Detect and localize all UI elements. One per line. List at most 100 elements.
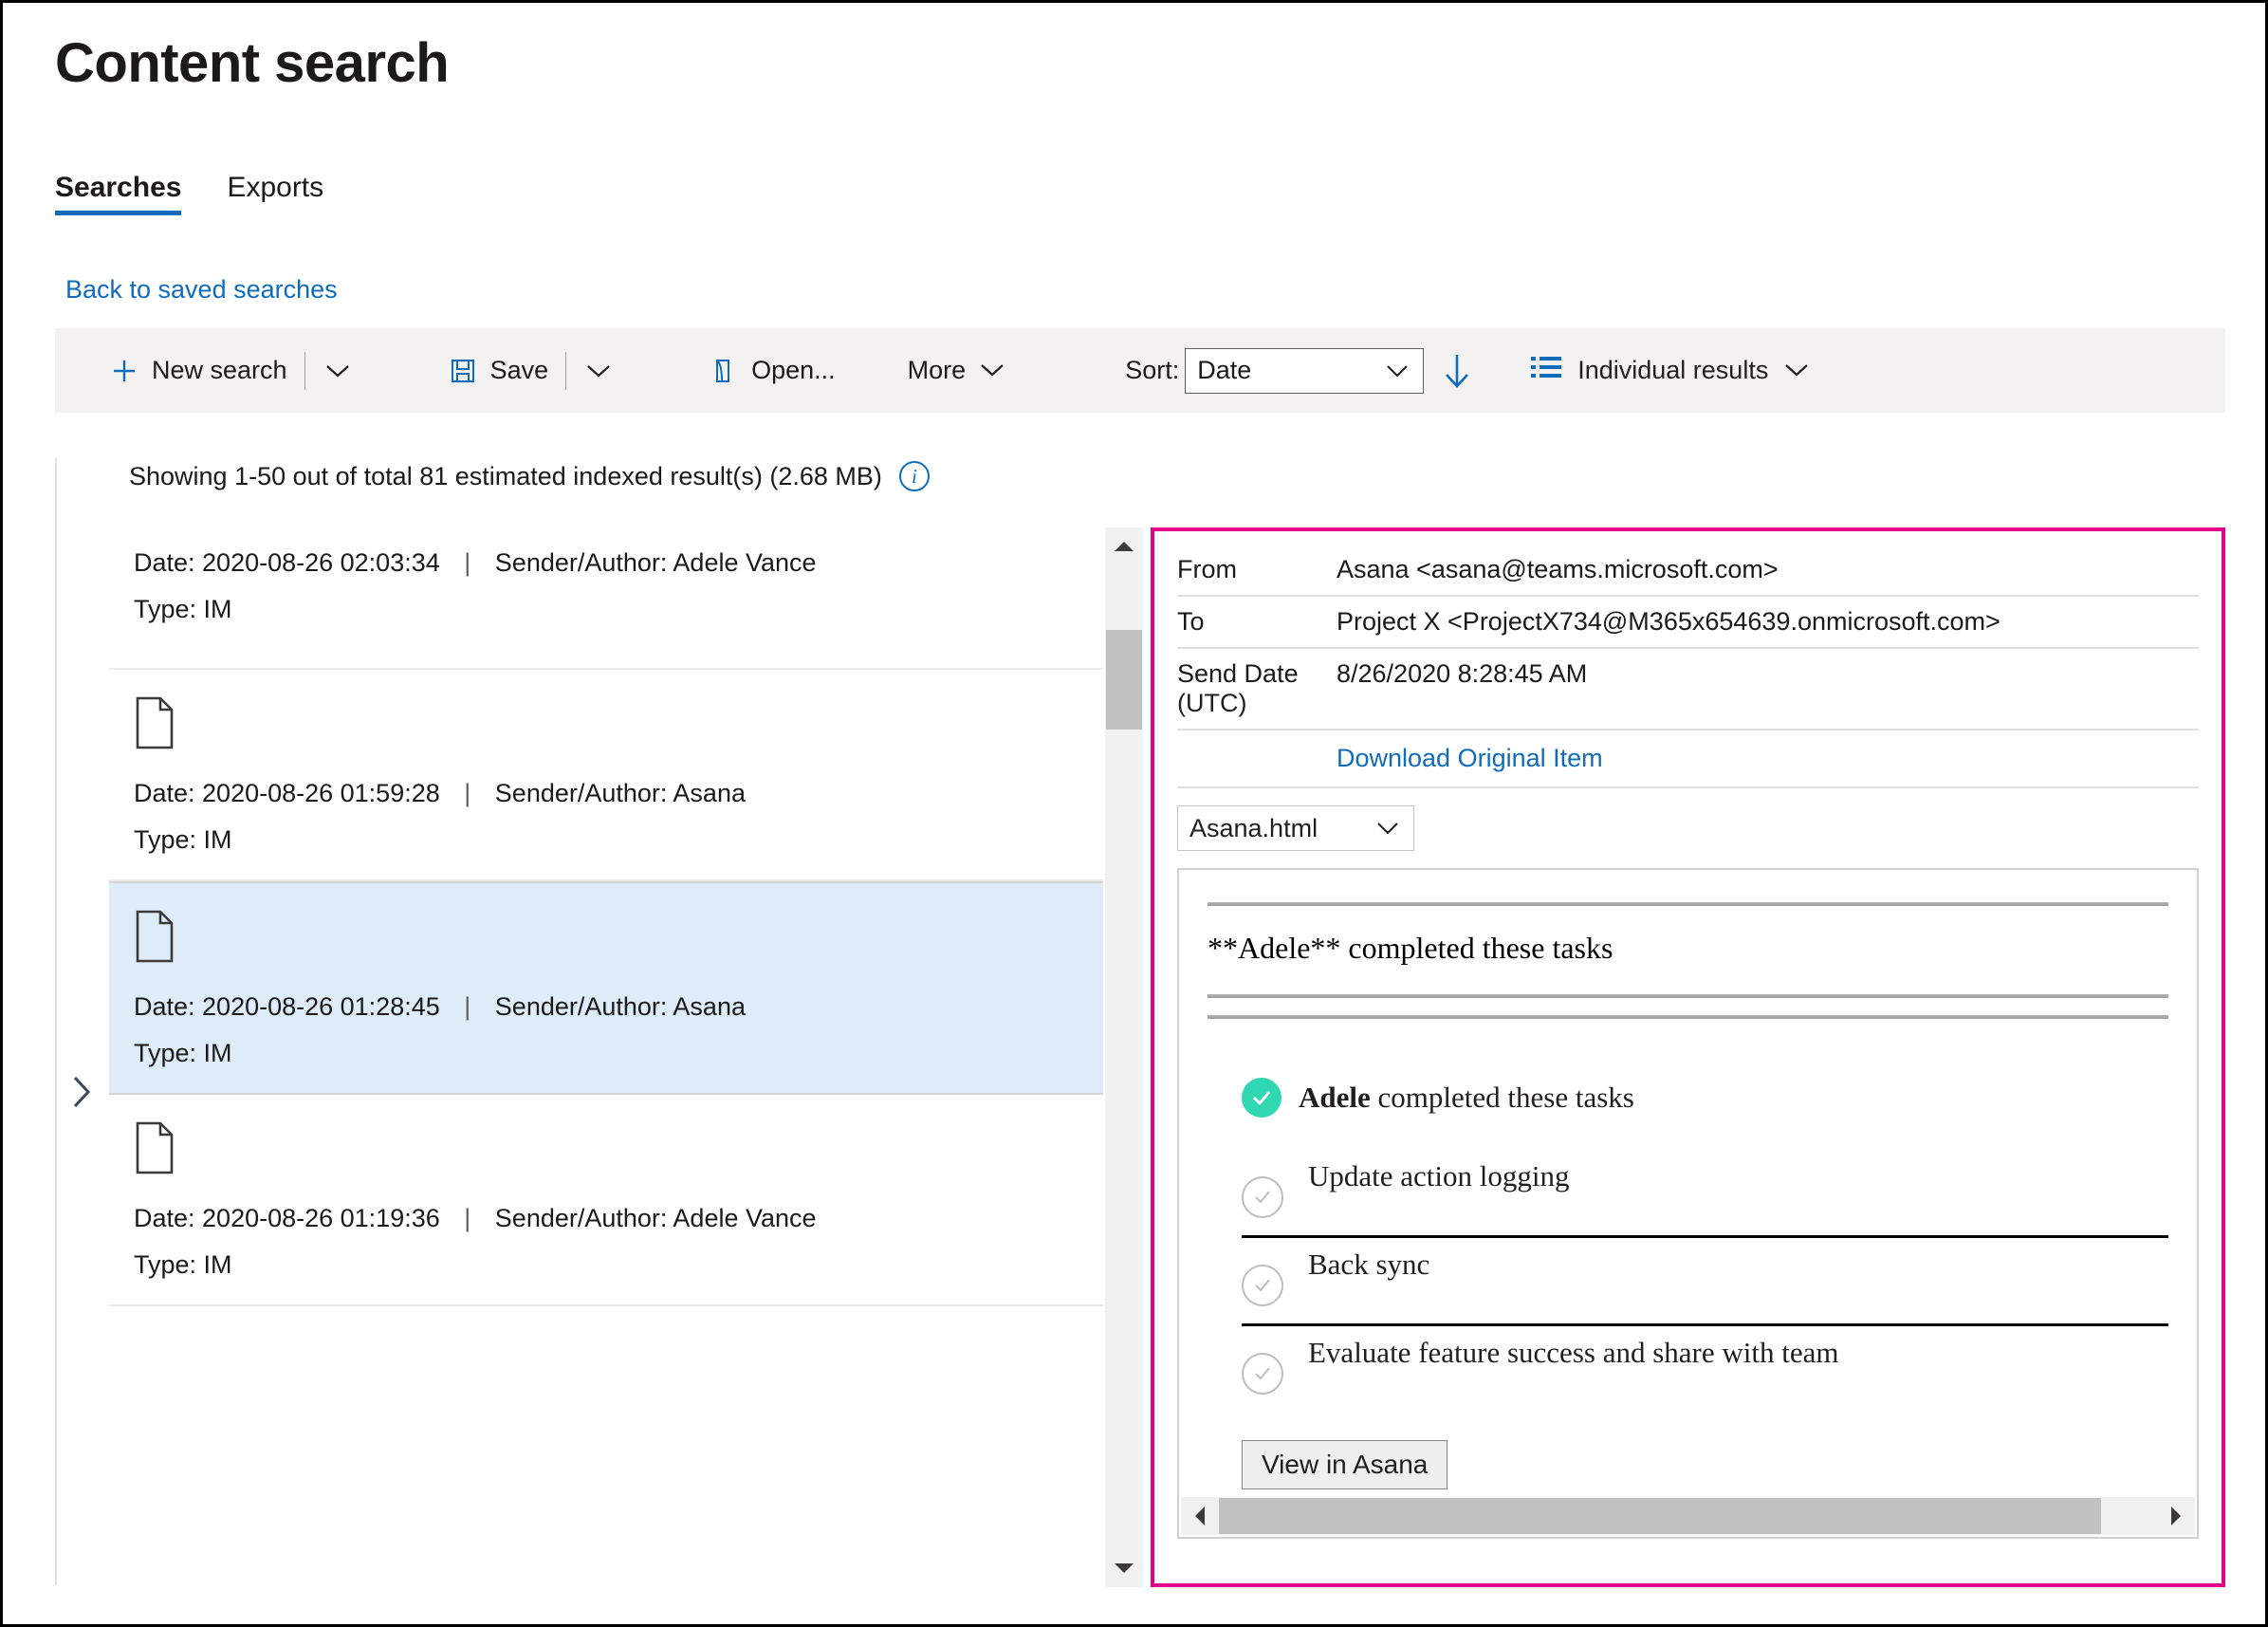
document-horizontal-scrollbar[interactable]: [1181, 1497, 2195, 1535]
result-author: Sender/Author: Asana: [494, 779, 746, 807]
task-card-header-rest: completed these tasks: [1370, 1081, 1634, 1114]
result-separator: |: [464, 1204, 471, 1232]
result-separator: |: [464, 548, 471, 577]
scroll-right-arrow-icon[interactable]: [2157, 1497, 2195, 1535]
check-circle-outline-icon: [1242, 1265, 1283, 1306]
scrollbar-thumb[interactable]: [1106, 630, 1142, 730]
open-button[interactable]: Open...: [692, 328, 853, 413]
check-circle-outline-icon: [1242, 1176, 1283, 1218]
result-item[interactable]: Date: 2020-08-26 01:19:36 | Sender/Autho…: [109, 1095, 1103, 1306]
sort-direction-button[interactable]: [1441, 350, 1473, 392]
task-list: Update action logging Back sync Evaluate…: [1242, 1150, 2168, 1412]
save-label: Save: [489, 356, 549, 384]
result-item-selected[interactable]: Date: 2020-08-26 01:28:45 | Sender/Autho…: [109, 881, 1103, 1095]
preview-download-row: Download Original Item: [1177, 730, 2199, 788]
task-card-header: Adele completed these tasks: [1242, 1078, 2168, 1118]
preview-send-date-label: Send Date: [1177, 659, 1299, 688]
result-type: Type: IM: [134, 1250, 232, 1279]
result-date: Date: 2020-08-26 01:59:28: [134, 779, 440, 807]
document-icon: [134, 1121, 1079, 1179]
document-rule: [1208, 994, 2168, 998]
list-icon: [1530, 353, 1562, 388]
back-to-saved-searches-link[interactable]: Back to saved searches: [65, 275, 338, 305]
document-raw-heading: **Adele** completed these tasks: [1208, 931, 1613, 965]
result-author: Sender/Author: Adele Vance: [494, 548, 817, 577]
document-content: **Adele** completed these tasks Adele co…: [1179, 870, 2197, 1489]
scroll-up-arrow-icon[interactable]: [1105, 527, 1143, 565]
more-button[interactable]: More: [891, 328, 1023, 413]
chevron-right-icon: [73, 1076, 91, 1108]
arrow-down-icon: [1446, 354, 1469, 388]
save-button[interactable]: Save: [432, 328, 566, 413]
result-type: Type: IM: [134, 1039, 232, 1067]
sort-label: Sort:: [1125, 356, 1180, 384]
new-search-button[interactable]: New search: [93, 328, 304, 413]
page-title: Content search: [55, 32, 450, 94]
result-date: Date: 2020-08-26 01:19:36: [134, 1204, 440, 1232]
sort-area: Sort: Date: [1125, 347, 1473, 394]
save-chevron-down-icon[interactable]: [566, 328, 631, 413]
preview-send-date-value: 8/26/2020 8:28:45 AM: [1337, 659, 1588, 688]
result-type: Type: IM: [134, 825, 232, 854]
result-date: Date: 2020-08-26 01:28:45: [134, 992, 440, 1021]
result-date: Date: 2020-08-26 02:03:34: [134, 548, 440, 577]
results-vertical-scrollbar[interactable]: [1105, 527, 1143, 1587]
sort-select-value: Date: [1197, 356, 1252, 384]
preview-from-label: From: [1177, 555, 1237, 583]
app-window: Content search Searches Exports Back to …: [0, 0, 2268, 1627]
sort-select[interactable]: Date: [1185, 347, 1425, 394]
task-label: Evaluate feature success and share with …: [1308, 1336, 1839, 1369]
task-label: Update action logging: [1308, 1159, 1570, 1193]
tab-exports[interactable]: Exports: [227, 172, 323, 215]
scroll-left-arrow-icon[interactable]: [1181, 1497, 1219, 1535]
scroll-down-arrow-icon[interactable]: [1105, 1549, 1143, 1587]
document-rule: [1208, 1015, 2168, 1019]
task-row[interactable]: Evaluate feature success and share with …: [1242, 1326, 2168, 1412]
preview-send-date-row: Send Date 8/26/2020 8:28:45 AM: [1177, 649, 2199, 689]
attachment-select[interactable]: Asana.html: [1177, 805, 1414, 851]
new-search-label: New search: [152, 356, 287, 384]
save-group: Save: [432, 328, 632, 413]
expand-panel-button[interactable]: [58, 1063, 105, 1120]
scrollbar-thumb[interactable]: [1219, 1498, 2101, 1534]
result-author: Sender/Author: Asana: [494, 992, 746, 1021]
chevron-down-icon: [1375, 821, 1400, 836]
result-meta-line: Date: 2020-08-26 01:59:28 | Sender/Autho…: [134, 779, 1079, 808]
preview-to-value: Project X <ProjectX734@M365x654639.onmic…: [1337, 607, 2001, 636]
preview-to-label: To: [1177, 607, 1205, 636]
task-card-author: Adele: [1299, 1081, 1371, 1114]
search-results-list[interactable]: Date: 2020-08-26 02:03:34 | Sender/Autho…: [109, 527, 1103, 1571]
view-in-asana-button[interactable]: View in Asana: [1242, 1440, 1448, 1489]
plus-icon: [110, 357, 138, 385]
check-circle-outline-icon: [1242, 1353, 1283, 1395]
scrollbar-track[interactable]: [1219, 1497, 2157, 1535]
results-summary: Showing 1-50 out of total 81 estimated i…: [129, 461, 930, 491]
result-author: Sender/Author: Adele Vance: [494, 1204, 817, 1232]
tab-bar: Searches Exports: [55, 172, 323, 215]
document-rule: [1208, 902, 2168, 906]
task-card-header-text: Adele completed these tasks: [1299, 1081, 1634, 1115]
results-view-button[interactable]: Individual results: [1530, 353, 1810, 388]
download-original-item-link[interactable]: Download Original Item: [1337, 744, 1603, 772]
attachment-select-value: Asana.html: [1189, 813, 1318, 842]
task-row[interactable]: Update action logging: [1242, 1150, 2168, 1238]
floppy-disk-icon: [449, 357, 477, 385]
document-icon: [134, 910, 1079, 968]
preview-from-value: Asana <asana@teams.microsoft.com>: [1337, 555, 1779, 583]
info-icon[interactable]: i: [898, 461, 930, 491]
task-row[interactable]: Back sync: [1242, 1238, 2168, 1326]
tab-searches[interactable]: Searches: [55, 172, 182, 215]
result-separator: |: [464, 992, 471, 1021]
result-item[interactable]: Date: 2020-08-26 01:59:28 | Sender/Autho…: [109, 670, 1103, 881]
open-label: Open...: [751, 356, 836, 384]
new-search-chevron-down-icon[interactable]: [305, 328, 370, 413]
content-divider: [55, 458, 57, 1585]
result-separator: |: [464, 779, 471, 807]
document-viewer: **Adele** completed these tasks Adele co…: [1177, 868, 2199, 1539]
item-preview-pane: From Asana <asana@teams.microsoft.com> T…: [1151, 527, 2225, 1587]
result-item[interactable]: Date: 2020-08-26 02:03:34 | Sender/Autho…: [109, 527, 1103, 670]
preview-from-row: From Asana <asana@teams.microsoft.com>: [1177, 545, 2199, 597]
result-meta-line: Date: 2020-08-26 01:28:45 | Sender/Autho…: [134, 992, 1079, 1022]
chevron-down-icon: [1385, 363, 1410, 379]
open-folder-icon: [710, 357, 738, 385]
